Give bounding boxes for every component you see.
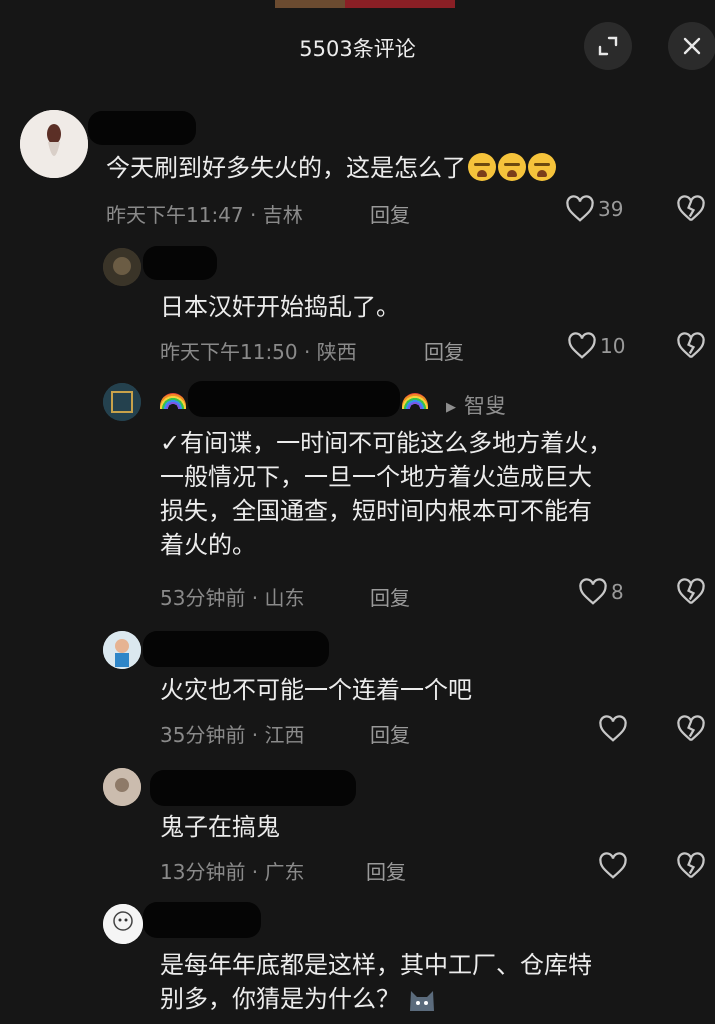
like-count: 10 [600,334,626,358]
avatar-image [103,904,143,944]
reply-item: 火灾也不可能一个连着一个吧 35分钟前 · 江西 回复 [0,625,715,755]
heart-icon [566,195,594,222]
redacted-username [143,902,261,938]
like-count: 39 [598,197,624,221]
comment-meta: 53分钟前 · 山东 [160,586,305,610]
avatar-image [103,248,141,286]
heart-icon [599,715,627,742]
reply-item: 鬼子在搞鬼 13分钟前 · 广东 回复 [0,762,715,892]
heart-icon [579,578,607,605]
comment-meta: 13分钟前 · 广东 [160,860,305,884]
like-button[interactable]: 10 [567,332,625,360]
dislike-button[interactable] [676,715,706,743]
like-button[interactable]: 39 [565,195,623,223]
crying-face-icon [528,153,556,181]
redacted-username [88,111,196,145]
rainbow-icon [402,393,428,409]
heart-icon [568,332,596,359]
reply-button[interactable]: 回复 [366,856,406,885]
dislike-button[interactable] [676,332,706,360]
avatar-image [20,110,88,178]
broken-heart-icon [677,578,705,605]
avatar[interactable] [103,631,141,669]
like-count: 8 [611,580,624,604]
crying-face-icon [498,153,526,181]
avatar[interactable] [20,110,88,178]
dislike-button[interactable] [676,195,706,223]
comment-text: ✓有间谍，一时间不可能这么多地方着火， 一般情况下，一旦一个地方着火造成巨大 损… [160,429,613,559]
comment-meta: 昨天下午11:47 · 吉林 [106,203,303,227]
reply-item: ▶ 智叟 ✓有间谍，一时间不可能这么多地方着火， 一般情况下，一旦一个地方着火造成… [0,375,715,615]
avatar-image [103,631,141,669]
reply-item: 日本汉奸开始捣乱了。 昨天下午11:50 · 陕西 回复 10 [0,240,715,370]
like-button[interactable] [598,715,631,743]
avatar-image [103,768,141,806]
dislike-button[interactable] [676,578,706,606]
avatar-image [103,383,141,421]
cat-face-icon [406,985,438,1013]
comment-text: 火灾也不可能一个连着一个吧 [160,676,472,704]
reply-item: 是每年年底都是这样，其中工厂、仓库特 别多，你猜是为什么？ [0,898,715,1024]
rainbow-icon [160,393,186,409]
avatar[interactable] [103,768,141,806]
comment-text: 今天刷到好多失火的，这是怎么了 [106,151,556,185]
reply-to-tag[interactable]: ▶ 智叟 [446,390,506,420]
reply-button[interactable]: 回复 [370,719,410,748]
crying-face-icon [468,153,496,181]
comment-text: 是每年年底都是这样，其中工厂、仓库特 别多，你猜是为什么？ [160,951,592,1013]
comment-meta: 昨天下午11:50 · 陕西 [160,340,357,364]
broken-heart-icon [677,195,705,222]
redacted-username [188,381,400,417]
broken-heart-icon [677,852,705,879]
play-arrow-icon: ▶ [446,400,456,415]
comment-text: 鬼子在搞鬼 [160,813,280,841]
avatar[interactable] [103,383,141,421]
close-icon [683,37,701,55]
redacted-username [150,770,356,806]
avatar[interactable] [103,904,143,944]
dislike-button[interactable] [676,852,706,880]
close-button[interactable] [668,22,715,70]
redacted-username [143,631,329,667]
reply-button[interactable]: 回复 [370,582,410,611]
comments-header: 5503条评论 [0,0,715,95]
comment-item: 今天刷到好多失火的，这是怎么了 昨天下午11:47 · 吉林 回复 39 [0,105,715,235]
comment-text: 日本汉奸开始捣乱了。 [160,293,400,321]
avatar[interactable] [103,248,141,286]
reply-button[interactable]: 回复 [424,336,464,365]
broken-heart-icon [677,715,705,742]
reply-button[interactable]: 回复 [370,199,410,228]
like-button[interactable]: 8 [578,578,624,606]
expand-icon [598,36,618,56]
like-button[interactable] [598,852,631,880]
redacted-username [143,246,217,280]
broken-heart-icon [677,332,705,359]
comment-meta: 35分钟前 · 江西 [160,723,305,747]
expand-button[interactable] [584,22,632,70]
heart-icon [599,852,627,879]
